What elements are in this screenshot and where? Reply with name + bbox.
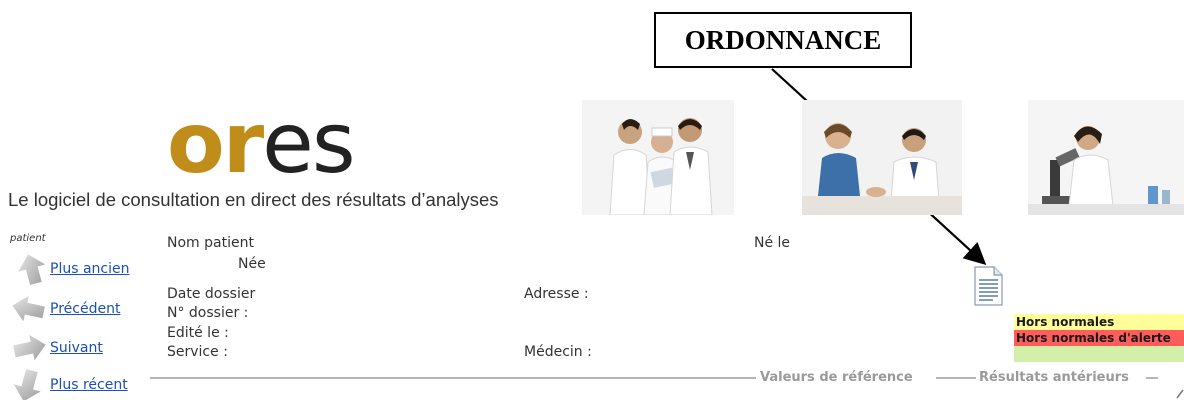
doctor-label: Médecin : [524, 344, 592, 360]
legend-hors-normales: Hors normales [1014, 314, 1184, 330]
ordonnance-callout: ORDONNANCE [654, 12, 912, 68]
ores-logo: ores [167, 98, 356, 188]
arrow-up-icon [18, 254, 46, 286]
tagline: Le logiciel de consultation en direct de… [8, 189, 499, 210]
arrow-left-icon [12, 295, 45, 322]
service-label: Service : [167, 344, 228, 360]
tab-reference-values[interactable]: Valeurs de référence [760, 370, 913, 386]
ordonnance-callout-label: ORDONNANCE [684, 24, 882, 55]
logo-light-part: es [262, 94, 355, 192]
nav-next-link[interactable]: Suivant [50, 340, 103, 356]
nav-title: patient [10, 233, 46, 244]
nav-newest-button[interactable]: Plus récent [10, 368, 128, 400]
tab-previous-results[interactable]: Résultats antérieurs [979, 370, 1129, 386]
logo-strong-part: or [167, 94, 264, 192]
edited-date-label: Edité le : [167, 325, 229, 341]
arrow-right-icon [13, 334, 46, 361]
record-number-label: N° dossier : [167, 305, 249, 321]
separator-line [1146, 377, 1158, 379]
birth-date-label: Né le [754, 235, 791, 251]
separator-line [150, 377, 756, 379]
record-date-label: Date dossier [167, 286, 256, 302]
arrow-down-icon [13, 368, 41, 400]
status-legend: Hors normales Hors normales d'alerte [1014, 314, 1184, 362]
photo-consultation [802, 100, 962, 215]
nav-previous-link[interactable]: Précédent [50, 301, 120, 317]
nav-newest-link[interactable]: Plus récent [50, 377, 128, 393]
legend-normal [1014, 346, 1184, 362]
address-label: Adresse : [524, 286, 589, 302]
maiden-name-label: Née [238, 256, 266, 272]
photo-medical-team [582, 100, 734, 215]
separator-line [936, 377, 976, 379]
patient-name-label: Nom patient [167, 235, 254, 251]
scroll-corner-icon[interactable] [1176, 386, 1184, 400]
nav-oldest-link[interactable]: Plus ancien [50, 261, 129, 277]
photo-laboratory [1028, 100, 1184, 215]
nav-next-button[interactable]: Suivant [10, 331, 103, 365]
prescription-document-icon[interactable] [973, 266, 1003, 306]
legend-hors-normales-alerte: Hors normales d'alerte [1014, 330, 1184, 346]
nav-oldest-button[interactable]: Plus ancien [10, 252, 129, 286]
nav-previous-button[interactable]: Précédent [10, 292, 120, 326]
